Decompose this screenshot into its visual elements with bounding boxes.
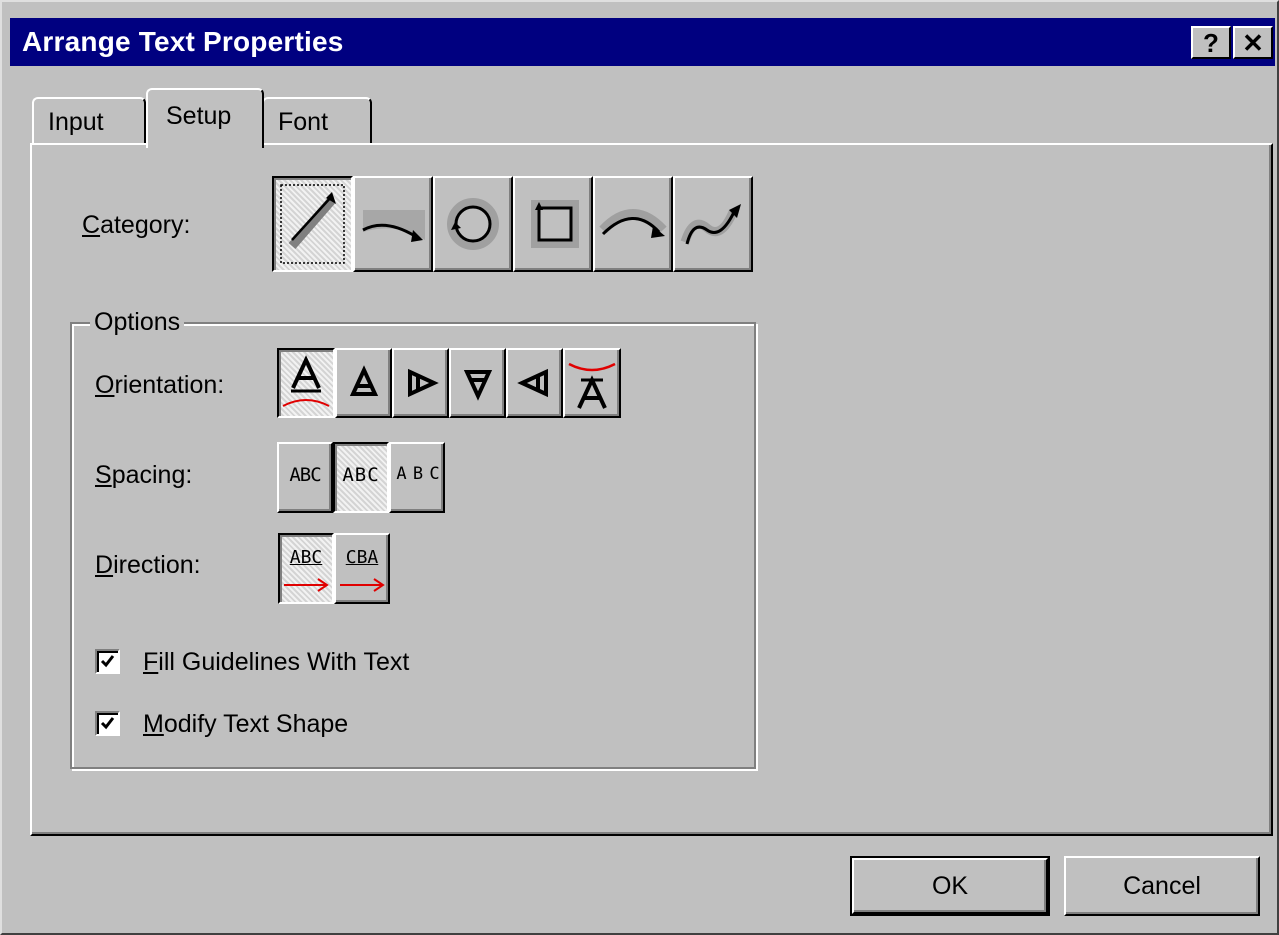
checkmark-icon <box>100 655 115 668</box>
triangle-down-icon <box>463 370 493 401</box>
direction-right-to-left-button[interactable]: CBA <box>334 533 390 604</box>
fill-guidelines-label[interactable]: Fill Guidelines With Text <box>143 648 409 677</box>
spacing-wide-sample: A B C <box>396 464 439 484</box>
tab-setup-label: Setup <box>166 102 232 130</box>
direction-left-to-right-button[interactable]: ABC <box>278 533 334 604</box>
category-s-curve-button[interactable] <box>673 176 753 272</box>
category-straight-to-curve-button[interactable] <box>353 176 433 272</box>
arc-icon <box>599 209 667 238</box>
ok-button[interactable]: OK <box>850 856 1050 916</box>
window-title: Arrange Text Properties <box>22 26 344 57</box>
straight-line-icon <box>280 184 345 264</box>
dialog-window: Arrange Text Properties ? ✕ Input Font S… <box>0 0 1279 935</box>
orientation-triangle-right-button[interactable] <box>392 348 449 418</box>
spacing-narrow-sample: ABC <box>289 464 321 486</box>
category-arc-button[interactable] <box>593 176 673 272</box>
spacing-normal-button[interactable]: ABC <box>333 442 389 513</box>
spacing-wide-button[interactable]: A B C <box>389 442 445 513</box>
orientation-triangle-down-button[interactable] <box>449 348 506 418</box>
orientation-upright-icon <box>282 355 330 407</box>
category-square-button[interactable] <box>513 176 593 272</box>
arrow-right-icon <box>340 578 385 592</box>
spacing-buttons: ABC ABC A B C <box>277 442 445 513</box>
spacing-narrow-button[interactable]: ABC <box>277 442 333 513</box>
triangle-left-icon <box>517 368 548 398</box>
triangle-up-icon <box>349 365 379 396</box>
orientation-label: Orientation: <box>95 371 225 399</box>
modify-text-shape-checkbox[interactable] <box>95 711 120 736</box>
straight-to-curve-icon <box>362 210 425 242</box>
category-circle-button[interactable] <box>433 176 513 272</box>
tab-input[interactable]: Input <box>32 97 146 143</box>
orientation-buttons <box>277 348 621 418</box>
help-button[interactable]: ? <box>1191 26 1231 59</box>
close-button[interactable]: ✕ <box>1233 26 1273 59</box>
arrow-right-icon <box>284 578 329 592</box>
triangle-right-icon <box>408 368 439 398</box>
direction-buttons: ABC CBA <box>278 533 390 604</box>
category-buttons <box>272 176 753 272</box>
category-straight-line-button[interactable] <box>272 176 353 272</box>
close-icon: ✕ <box>1242 28 1264 58</box>
spacing-label: Spacing: <box>95 461 193 489</box>
category-label: Category: <box>82 211 191 239</box>
orientation-skewed-button[interactable] <box>563 348 621 418</box>
title-bar[interactable]: Arrange Text Properties ? ✕ <box>10 18 1275 66</box>
cancel-button[interactable]: Cancel <box>1064 856 1260 916</box>
orientation-triangle-up-button[interactable] <box>335 348 392 418</box>
direction-label: Direction: <box>95 551 201 579</box>
s-curve-icon <box>680 204 741 245</box>
tab-font-label: Font <box>278 108 329 136</box>
orientation-triangle-left-button[interactable] <box>506 348 563 418</box>
tab-input-label: Input <box>48 108 104 136</box>
fill-guidelines-checkbox[interactable] <box>95 649 120 674</box>
checkmark-icon <box>100 717 115 730</box>
square-icon <box>531 200 579 248</box>
circle-icon <box>447 198 499 250</box>
modify-text-shape-label[interactable]: Modify Text Shape <box>143 710 348 739</box>
tab-setup[interactable]: Setup <box>146 88 264 148</box>
options-group-title: Options <box>90 308 185 337</box>
tab-font[interactable]: Font <box>262 97 372 143</box>
spacing-normal-sample: ABC <box>342 464 380 486</box>
orientation-skewed-icon <box>568 362 616 409</box>
orientation-upright-button[interactable] <box>277 348 335 418</box>
